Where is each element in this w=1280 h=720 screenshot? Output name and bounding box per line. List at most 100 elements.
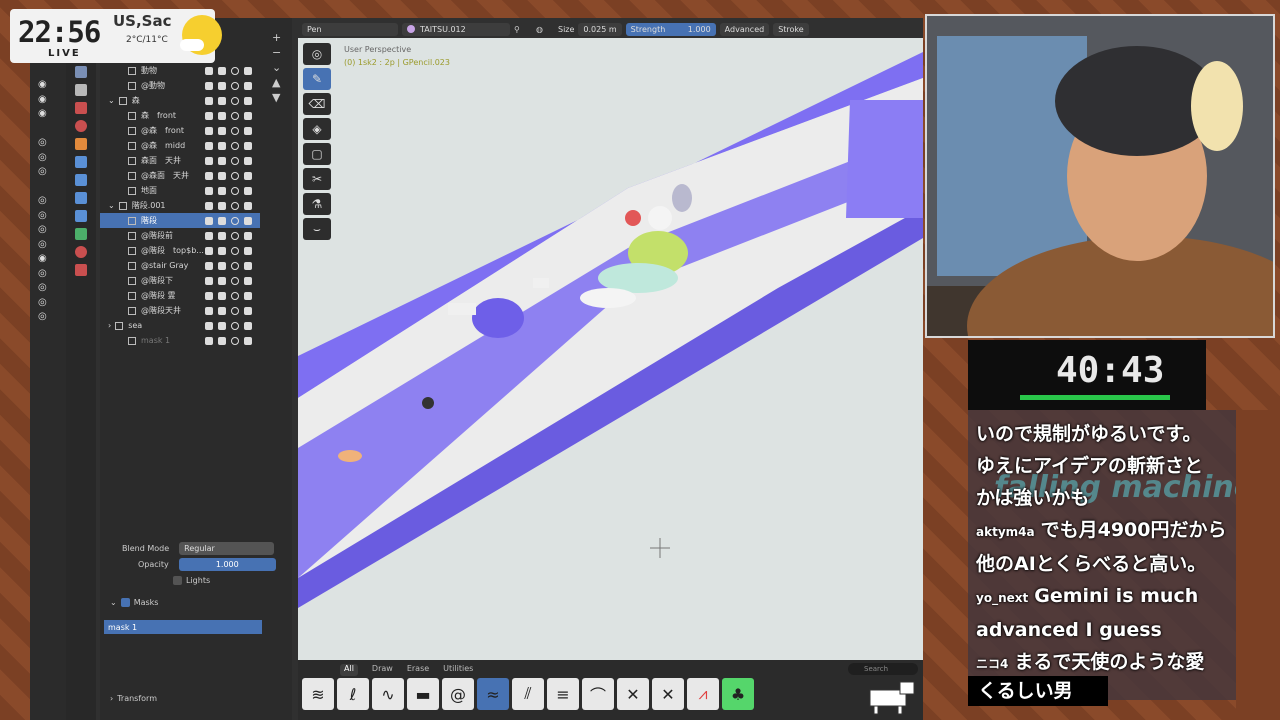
lock-icon[interactable] bbox=[244, 216, 252, 225]
eye-icon[interactable] bbox=[231, 201, 239, 210]
outliner-row[interactable]: 森 front bbox=[100, 108, 260, 123]
mask-toggle-icon[interactable] bbox=[205, 156, 213, 165]
brush-eraser-hard-icon[interactable]: ✕ bbox=[652, 678, 684, 710]
lights-checkbox[interactable] bbox=[173, 576, 182, 585]
mask-toggle-icon[interactable] bbox=[205, 336, 213, 345]
outliner-row[interactable]: 森面 天井 bbox=[100, 153, 260, 168]
eye-icon[interactable] bbox=[231, 111, 239, 120]
lock-icon[interactable] bbox=[244, 66, 252, 75]
mask-toggle-icon[interactable] bbox=[205, 111, 213, 120]
outliner-row[interactable]: @森面 天井 bbox=[100, 168, 260, 183]
effects-tab-icon[interactable] bbox=[75, 174, 87, 186]
mask-toggle-icon[interactable] bbox=[205, 276, 213, 285]
mask-toggle-icon[interactable] bbox=[205, 171, 213, 180]
physics-tab-icon[interactable] bbox=[75, 192, 87, 204]
material-select[interactable]: TAITSU.012 bbox=[402, 22, 510, 36]
mask-toggle-icon[interactable] bbox=[205, 96, 213, 105]
lock-icon[interactable] bbox=[244, 231, 252, 240]
mask-toggle-icon[interactable] bbox=[205, 321, 213, 330]
curve-tool-icon[interactable]: ⌣ bbox=[303, 218, 331, 240]
brush-ink-icon[interactable]: ≋ bbox=[302, 678, 334, 710]
eye-icon[interactable] bbox=[231, 321, 239, 330]
move-down-button[interactable]: ▼ bbox=[272, 90, 281, 105]
onion-skin-icon[interactable] bbox=[218, 321, 226, 330]
advanced-menu[interactable]: Advanced bbox=[719, 22, 770, 36]
mask-toggle-icon[interactable] bbox=[205, 291, 213, 300]
lock-icon[interactable] bbox=[244, 306, 252, 315]
world-tab-icon[interactable] bbox=[75, 120, 87, 132]
eye-icon[interactable] bbox=[231, 81, 239, 90]
onion-skin-icon[interactable] bbox=[218, 231, 226, 240]
onion-skin-icon[interactable] bbox=[218, 201, 226, 210]
lock-icon[interactable] bbox=[244, 156, 252, 165]
outliner-row[interactable]: @階段 霊 bbox=[100, 288, 260, 303]
eye-icon[interactable] bbox=[231, 66, 239, 75]
properties-tabs[interactable] bbox=[75, 48, 87, 276]
mask-toggle-icon[interactable] bbox=[205, 231, 213, 240]
outliner-row[interactable]: @stair Gray bbox=[100, 258, 260, 273]
onion-skin-icon[interactable] bbox=[218, 81, 226, 90]
mask-toggle-icon[interactable] bbox=[205, 186, 213, 195]
onion-skin-icon[interactable] bbox=[218, 126, 226, 135]
brush-hatch-icon[interactable]: ≡ bbox=[547, 678, 579, 710]
eye-icon[interactable] bbox=[231, 291, 239, 300]
outliner-row[interactable]: @階段 top$b... bbox=[100, 243, 260, 258]
object-tab-icon[interactable] bbox=[75, 138, 87, 150]
eye-icon[interactable] bbox=[231, 276, 239, 285]
render-tab-icon[interactable] bbox=[75, 66, 87, 78]
add-layer-button[interactable]: + bbox=[272, 30, 281, 45]
fill-tool-icon[interactable]: ◈ bbox=[303, 118, 331, 140]
outliner-row[interactable]: ⌄ 森 bbox=[100, 93, 260, 108]
onion-skin-icon[interactable] bbox=[218, 291, 226, 300]
brush-marker-icon[interactable]: ▬ bbox=[407, 678, 439, 710]
chevron-down-icon[interactable]: ⌄ bbox=[108, 96, 115, 105]
eye-icon[interactable] bbox=[231, 231, 239, 240]
onion-skin-icon[interactable] bbox=[218, 276, 226, 285]
material-tab-icon[interactable] bbox=[75, 246, 87, 258]
onion-skin-icon[interactable] bbox=[218, 336, 226, 345]
brush-chisel-icon[interactable]: ⫽ bbox=[512, 678, 544, 710]
outliner-row[interactable]: › sea bbox=[100, 318, 260, 333]
onion-skin-icon[interactable] bbox=[218, 96, 226, 105]
brush-curve-icon[interactable]: ⌒ bbox=[582, 678, 614, 710]
masks-checkbox[interactable] bbox=[120, 598, 130, 607]
outliner-row[interactable]: 階段 bbox=[100, 213, 260, 228]
chevron-down-icon[interactable]: ⌄ bbox=[108, 201, 115, 210]
lock-icon[interactable] bbox=[244, 186, 252, 195]
mask-toggle-icon[interactable] bbox=[205, 306, 213, 315]
eye-icon[interactable] bbox=[231, 126, 239, 135]
lock-icon[interactable] bbox=[244, 321, 252, 330]
eye-icon[interactable] bbox=[231, 156, 239, 165]
brush-pencil-icon[interactable]: ∿ bbox=[372, 678, 404, 710]
outliner-row[interactable]: mask 1 bbox=[100, 333, 260, 348]
onion-skin-icon[interactable] bbox=[218, 156, 226, 165]
outliner-row[interactable]: ⌄ 階段.001 bbox=[100, 198, 260, 213]
brush-green-icon[interactable]: ♣ bbox=[722, 678, 754, 710]
eye-icon[interactable] bbox=[231, 246, 239, 255]
shape-tool-icon[interactable]: ▢ bbox=[303, 143, 331, 165]
lock-icon[interactable] bbox=[244, 246, 252, 255]
brush-tab-all[interactable]: All bbox=[340, 664, 358, 676]
brush-tab-erase[interactable]: Erase bbox=[407, 664, 429, 676]
chevron-right-icon[interactable]: › bbox=[108, 321, 111, 330]
brush-airbrush-icon[interactable]: @ bbox=[442, 678, 474, 710]
eye-icon[interactable] bbox=[231, 141, 239, 150]
mask-toggle-icon[interactable] bbox=[205, 261, 213, 270]
lock-icon[interactable] bbox=[244, 141, 252, 150]
outliner-row[interactable]: @階段前 bbox=[100, 228, 260, 243]
lock-icon[interactable] bbox=[244, 276, 252, 285]
constraints-tab-icon[interactable] bbox=[75, 210, 87, 222]
cutter-tool-icon[interactable]: ✂ bbox=[303, 168, 331, 190]
lock-icon[interactable] bbox=[244, 81, 252, 90]
eye-icon[interactable] bbox=[231, 306, 239, 315]
onion-skin-icon[interactable] bbox=[218, 261, 226, 270]
brush-red-icon[interactable]: ⩘ bbox=[687, 678, 719, 710]
onion-skin-icon[interactable] bbox=[218, 216, 226, 225]
eye-icon[interactable] bbox=[231, 261, 239, 270]
onion-skin-icon[interactable] bbox=[218, 306, 226, 315]
eye-icon[interactable] bbox=[231, 171, 239, 180]
onion-skin-icon[interactable] bbox=[218, 171, 226, 180]
brush-tab-utilities[interactable]: Utilities bbox=[443, 664, 473, 676]
layer-menu-button[interactable]: ⌄ bbox=[272, 60, 281, 75]
erase-tool-icon[interactable]: ⌫ bbox=[303, 93, 331, 115]
